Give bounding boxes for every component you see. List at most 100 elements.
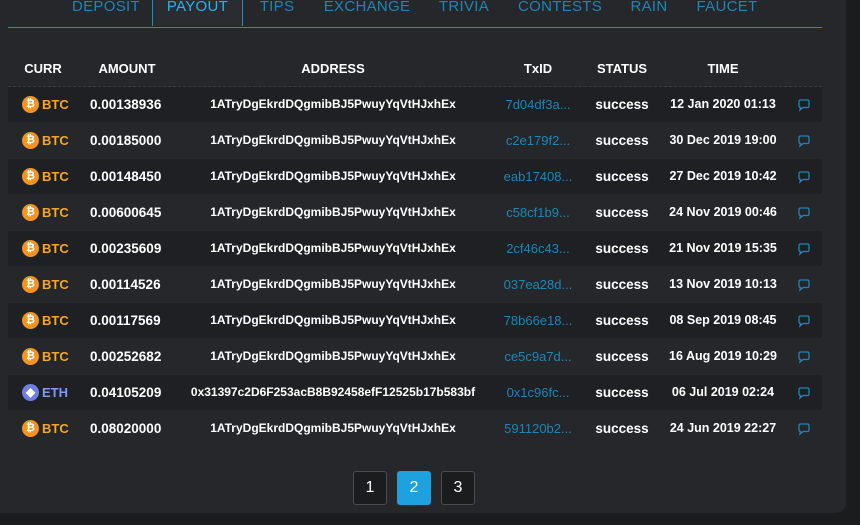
currency-label: BTC: [42, 421, 69, 436]
txid-link[interactable]: 2cf46c43...: [498, 231, 578, 266]
currency-label: BTC: [42, 205, 69, 220]
txid-link[interactable]: ce5c9a7d...: [498, 339, 578, 374]
bitcoin-icon: ₿: [22, 312, 39, 329]
tab-tips[interactable]: TIPS: [255, 0, 299, 26]
address-value: 1ATryDgEkrdDQgmibBJ5PwuyYqVtHJxhEx: [210, 241, 456, 255]
table-header: CURR AMOUNT ADDRESS TxID STATUS TIME: [8, 54, 822, 87]
time-value: 24 Jun 2019 22:27: [669, 421, 777, 435]
header-address: ADDRESS: [301, 61, 365, 76]
tab-payout[interactable]: PAYOUT: [152, 0, 243, 26]
status-value: success: [595, 421, 649, 436]
txid-link[interactable]: eab17408...: [498, 159, 578, 194]
chat-icon[interactable]: [797, 350, 811, 364]
txid-link[interactable]: c58cf1b9...: [498, 195, 578, 230]
tab-rain[interactable]: RAIN: [628, 0, 670, 26]
bitcoin-icon: ₿: [22, 240, 39, 257]
header-time: TIME: [707, 61, 739, 76]
table-row: ₿ BTC 0.00114526 1ATryDgEkrdDQgmibBJ5PwuyYq…: [8, 267, 822, 302]
address-value: 1ATryDgEkrdDQgmibBJ5PwuyYqVtHJxhEx: [210, 313, 456, 327]
chat-icon[interactable]: [797, 422, 811, 436]
txid-link[interactable]: 78b66e18...: [498, 303, 578, 338]
time-value: 30 Dec 2019 19:00: [669, 133, 777, 147]
currency-label: BTC: [42, 313, 69, 328]
txid-link[interactable]: 591120b2...: [498, 411, 578, 446]
status-value: success: [595, 169, 649, 184]
status-value: success: [595, 133, 649, 148]
status-value: success: [595, 385, 649, 400]
table-row: ◆ ETH 0.04105209 0x31397c2D6F253acB8B92458e…: [8, 375, 822, 410]
address-value: 1ATryDgEkrdDQgmibBJ5PwuyYqVtHJxhEx: [210, 349, 456, 363]
page-button-1[interactable]: 1: [353, 471, 387, 505]
time-value: 21 Nov 2019 15:35: [669, 241, 777, 255]
bitcoin-icon: ₿: [22, 168, 39, 185]
chat-icon[interactable]: [797, 386, 811, 400]
status-value: success: [595, 349, 649, 364]
header-txid: TxID: [523, 61, 553, 76]
page-button-3[interactable]: 3: [441, 471, 475, 505]
header-amount: AMOUNT: [98, 61, 156, 76]
status-value: success: [595, 277, 649, 292]
address-value: 1ATryDgEkrdDQgmibBJ5PwuyYqVtHJxhEx: [210, 97, 456, 111]
address-value: 0x31397c2D6F253acB8B92458efF12525b17b583…: [190, 385, 476, 399]
currency-label: ETH: [42, 385, 68, 400]
currency-label: BTC: [42, 277, 69, 292]
status-value: success: [595, 97, 649, 112]
time-value: 06 Jul 2019 02:24: [671, 385, 775, 399]
table-row: ₿ BTC 0.00117569 1ATryDgEkrdDQgmibBJ5PwuyYq…: [8, 303, 822, 338]
time-value: 27 Dec 2019 10:42: [669, 169, 777, 183]
status-value: success: [595, 313, 649, 328]
time-value: 24 Nov 2019 00:46: [669, 205, 777, 219]
bitcoin-icon: ₿: [22, 420, 39, 437]
address-value: 1ATryDgEkrdDQgmibBJ5PwuyYqVtHJxhEx: [210, 133, 456, 147]
address-value: 1ATryDgEkrdDQgmibBJ5PwuyYqVtHJxhEx: [210, 421, 456, 435]
table-row: ₿ BTC 0.00235609 1ATryDgEkrdDQgmibBJ5PwuyYq…: [8, 231, 822, 266]
time-value: 13 Nov 2019 10:13: [669, 277, 777, 291]
amount-value: 0.00600645: [90, 205, 162, 220]
currency-label: BTC: [42, 169, 69, 184]
currency-label: BTC: [42, 97, 69, 112]
address-value: 1ATryDgEkrdDQgmibBJ5PwuyYqVtHJxhEx: [210, 169, 456, 183]
tab-trivia[interactable]: TRIVIA: [436, 0, 492, 26]
status-value: success: [595, 241, 649, 256]
amount-value: 0.08020000: [90, 421, 162, 436]
tab-deposit[interactable]: DEPOSIT: [72, 0, 140, 26]
status-value: success: [595, 205, 649, 220]
table-row: ₿ BTC 0.00600645 1ATryDgEkrdDQgmibBJ5PwuyYq…: [8, 195, 822, 230]
chat-icon[interactable]: [797, 314, 811, 328]
bitcoin-icon: ₿: [22, 276, 39, 293]
table-row: ₿ BTC 0.00252682 1ATryDgEkrdDQgmibBJ5PwuyYq…: [8, 339, 822, 374]
amount-value: 0.00138936: [90, 97, 162, 112]
amount-value: 0.00185000: [90, 133, 162, 148]
amount-value: 0.00235609: [90, 241, 162, 256]
payout-panel: DEPOSIT PAYOUT TIPS EXCHANGE TRIVIA CONT…: [0, 0, 846, 513]
bitcoin-icon: ₿: [22, 204, 39, 221]
tab-exchange[interactable]: EXCHANGE: [323, 0, 411, 26]
bitcoin-icon: ₿: [22, 96, 39, 113]
txid-link[interactable]: 0x1c96fc...: [498, 375, 578, 410]
chat-icon[interactable]: [797, 170, 811, 184]
currency-label: BTC: [42, 133, 69, 148]
address-value: 1ATryDgEkrdDQgmibBJ5PwuyYqVtHJxhEx: [210, 205, 456, 219]
chat-icon[interactable]: [797, 206, 811, 220]
address-value: 1ATryDgEkrdDQgmibBJ5PwuyYqVtHJxhEx: [210, 277, 456, 291]
chat-icon[interactable]: [797, 134, 811, 148]
time-value: 08 Sep 2019 08:45: [669, 313, 777, 327]
time-value: 12 Jan 2020 01:13: [670, 97, 776, 111]
tab-faucet[interactable]: FAUCET: [696, 0, 758, 26]
amount-value: 0.04105209: [90, 385, 162, 400]
table-row: ₿ BTC 0.08020000 1ATryDgEkrdDQgmibBJ5PwuyYq…: [8, 411, 822, 446]
ethereum-icon: ◆: [22, 384, 39, 401]
tab-contests[interactable]: CONTESTS: [518, 0, 602, 26]
bitcoin-icon: ₿: [22, 132, 39, 149]
tab-bar: DEPOSIT PAYOUT TIPS EXCHANGE TRIVIA CONT…: [8, 0, 822, 28]
page-button-2[interactable]: 2: [397, 471, 431, 505]
chat-icon[interactable]: [797, 98, 811, 112]
currency-label: BTC: [42, 349, 69, 364]
table-row: ₿ BTC 0.00138936 1ATryDgEkrdDQgmibBJ5PwuyYq…: [8, 87, 822, 122]
txid-link[interactable]: 037ea28d...: [498, 267, 578, 302]
chat-icon[interactable]: [797, 278, 811, 292]
txid-link[interactable]: 7d04df3a...: [498, 87, 578, 122]
chat-icon[interactable]: [797, 242, 811, 256]
txid-link[interactable]: c2e179f2...: [498, 123, 578, 158]
table-row: ₿ BTC 0.00148450 1ATryDgEkrdDQgmibBJ5PwuyYq…: [8, 159, 822, 194]
